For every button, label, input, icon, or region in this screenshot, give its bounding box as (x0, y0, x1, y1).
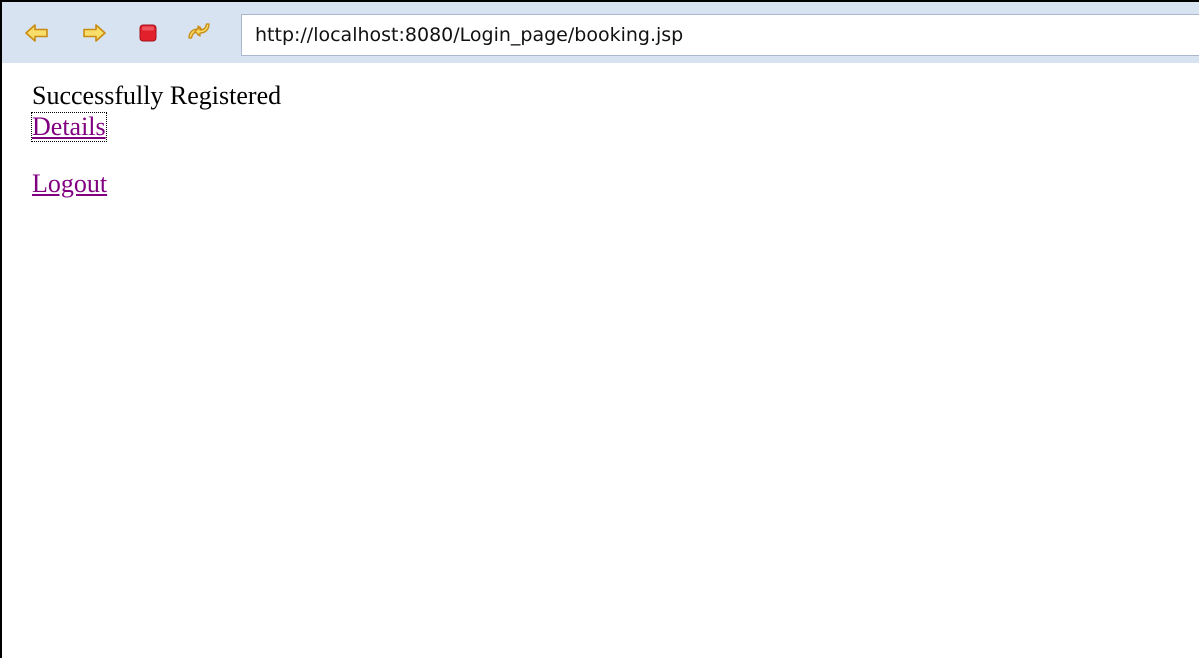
browser-window: http://localhost:8080/Login_page/booking… (0, 0, 1199, 658)
browser-toolbar: http://localhost:8080/Login_page/booking… (2, 2, 1199, 63)
back-button[interactable] (24, 20, 50, 46)
forward-arrow-icon (83, 24, 106, 42)
page-content: Successfully Registered Details Logout (31, 80, 282, 199)
success-message: Successfully Registered (32, 81, 282, 110)
stop-button[interactable] (135, 20, 161, 46)
forward-button[interactable] (81, 20, 107, 46)
address-bar[interactable]: http://localhost:8080/Login_page/booking… (241, 14, 1199, 56)
logout-link[interactable]: Logout (32, 169, 107, 198)
details-link[interactable]: Details (31, 112, 107, 142)
refresh-icon (188, 23, 210, 39)
refresh-button[interactable] (185, 20, 211, 46)
back-arrow-icon (25, 24, 48, 42)
address-url: http://localhost:8080/Login_page/booking… (255, 24, 684, 46)
stop-icon (139, 24, 157, 42)
